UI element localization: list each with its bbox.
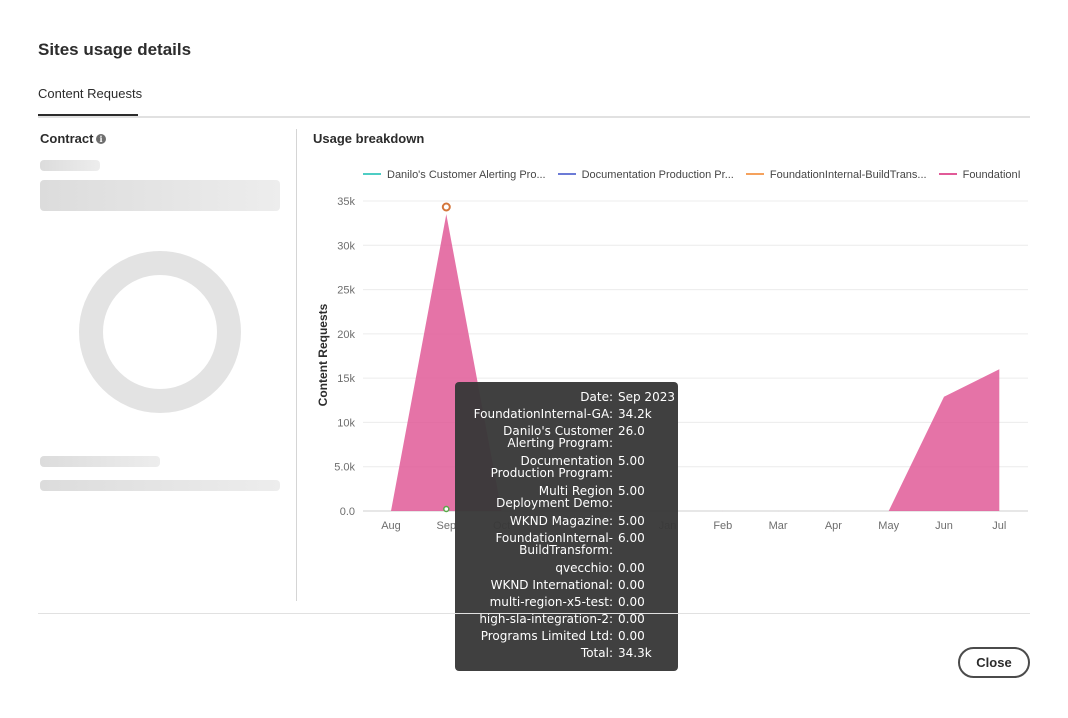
hover-marker: [441, 202, 451, 212]
y-tick-label: 0.0: [340, 506, 355, 518]
tooltip-key: Documentation Production Program:: [490, 454, 613, 480]
x-tick-label: Feb: [713, 520, 732, 532]
y-tick-label: 5.0k: [334, 462, 355, 474]
tooltip-key: multi-region-x5-test:: [489, 595, 613, 609]
x-tick-label: Apr: [825, 520, 842, 532]
x-tick-label: Jul: [992, 520, 1006, 532]
tooltip-value: 0.00: [618, 578, 645, 592]
footer-divider: [38, 613, 1030, 614]
tooltip-value: 34.2k: [618, 407, 652, 421]
tooltip-value: Sep 2023: [618, 390, 675, 404]
tooltip-key: FoundationInternal-BuildTransform:: [495, 531, 613, 557]
x-tick-label: Aug: [381, 520, 401, 532]
tooltip-key: WKND Magazine:: [509, 514, 613, 528]
tooltip-value: 0.00: [618, 561, 645, 575]
tooltip-value: 26.0: [618, 424, 645, 438]
tooltip-key: qvecchio:: [555, 561, 613, 575]
hover-marker: [443, 505, 450, 513]
x-tick-label: May: [878, 520, 899, 532]
tooltip-value: 6.00: [618, 531, 645, 545]
y-tick-label: 20k: [337, 329, 355, 341]
y-tick-label: 25k: [337, 285, 355, 297]
tooltip-key: WKND International:: [490, 578, 613, 592]
y-tick-label: 15k: [337, 373, 355, 385]
tooltip-key: Total:: [580, 646, 613, 660]
tooltip-key: Multi Region Deployment Demo:: [496, 484, 613, 510]
y-tick-label: 10k: [337, 417, 355, 429]
tooltip-value: 34.3k: [618, 646, 652, 660]
y-tick-label: 30k: [337, 240, 355, 252]
tooltip-value: 5.00: [618, 454, 645, 468]
close-button[interactable]: Close: [958, 647, 1030, 678]
tooltip-key: FoundationInternal-GA:: [473, 407, 613, 421]
tooltip-value: 0.00: [618, 629, 645, 643]
y-tick-label: 35k: [337, 196, 355, 208]
tooltip-key: Programs Limited Ltd:: [480, 629, 613, 643]
tooltip-value: 5.00: [618, 514, 645, 528]
chart-tooltip: Date: Sep 2023 FoundationInternal-GA: 34.2k…: [455, 382, 678, 671]
tooltip-value: 0.00: [618, 595, 645, 609]
tooltip-key: Date:: [580, 390, 613, 404]
tooltip-value: 0.00: [618, 612, 645, 626]
x-tick-label: Sep: [437, 520, 457, 532]
x-tick-label: Jun: [935, 520, 953, 532]
tooltip-key: high-sla-integration-2:: [479, 612, 613, 626]
x-tick-label: Mar: [769, 520, 788, 532]
tooltip-key: Danilo's Customer Alerting Program:: [503, 424, 613, 450]
tooltip-value: 5.00: [618, 484, 645, 498]
